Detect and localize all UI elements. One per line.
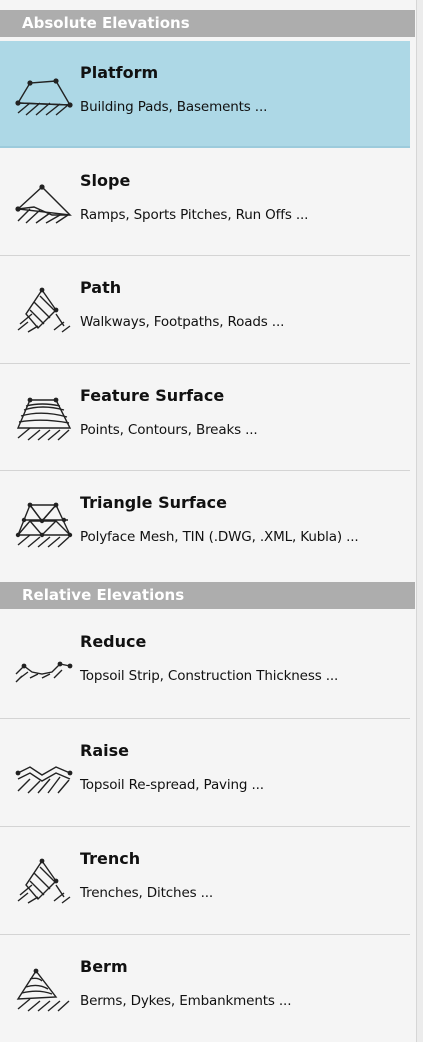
reduce-item[interactable]: Reduce Topsoil Strip, Construction Thick… [0, 610, 410, 717]
absolute-elevations-header: Absolute Elevations [0, 10, 415, 37]
feature-surface-title: Feature Surface [80, 386, 225, 405]
platform-item[interactable]: Platform Building Pads, Basements ... [0, 41, 410, 148]
slope-icon [12, 177, 74, 235]
triangle-surface-title: Triangle Surface [80, 493, 227, 512]
raise-description: Topsoil Re-spread, Paving ... [80, 777, 264, 793]
raise-title: Raise [80, 741, 129, 760]
relative-elevations-header: Relative Elevations [0, 582, 415, 609]
berm-title: Berm [80, 957, 128, 976]
platform-description: Building Pads, Basements ... [80, 99, 268, 115]
berm-description: Berms, Dykes, Embankments ... [80, 993, 292, 1009]
trench-item[interactable]: Trench Trenches, Ditches ... [0, 827, 410, 934]
berm-item[interactable]: Berm Berms, Dykes, Embankments ... [0, 935, 410, 1042]
path-item[interactable]: Path Walkways, Footpaths, Roads ... [0, 256, 410, 363]
trench-title: Trench [80, 849, 141, 868]
triangle-surface-description: Polyface Mesh, TIN (.DWG, .XML, Kubla) .… [80, 529, 359, 545]
slope-description: Ramps, Sports Pitches, Run Offs ... [80, 207, 309, 223]
trench-description: Trenches, Ditches ... [80, 885, 214, 901]
raise-item[interactable]: Raise Topsoil Re-spread, Paving ... [0, 719, 410, 826]
trench-icon [12, 855, 74, 913]
feature-surface-item[interactable]: Feature Surface Points, Contours, Breaks… [0, 364, 410, 471]
slope-item[interactable]: Slope Ramps, Sports Pitches, Run Offs ..… [0, 149, 410, 256]
berm-icon [12, 963, 74, 1021]
triangle-surface-item[interactable]: Triangle Surface Polyface Mesh, TIN (.DW… [0, 471, 410, 578]
reduce-title: Reduce [80, 632, 147, 651]
reduce-description: Topsoil Strip, Construction Thickness ..… [80, 668, 339, 684]
raise-icon [12, 747, 74, 805]
slope-title: Slope [80, 171, 131, 190]
elevation-tool-panel: Absolute Elevations Platform Building Pa… [0, 0, 417, 1042]
platform-title: Platform [80, 63, 159, 82]
platform-icon [12, 69, 74, 127]
feature-surface-icon [12, 392, 74, 450]
feature-surface-description: Points, Contours, Breaks ... [80, 422, 258, 438]
triangle-surface-icon [12, 499, 74, 557]
reduce-icon [12, 638, 74, 696]
path-icon [12, 284, 74, 342]
path-title: Path [80, 278, 122, 297]
path-description: Walkways, Footpaths, Roads ... [80, 314, 285, 330]
vertical-scrollbar[interactable] [417, 0, 423, 1042]
